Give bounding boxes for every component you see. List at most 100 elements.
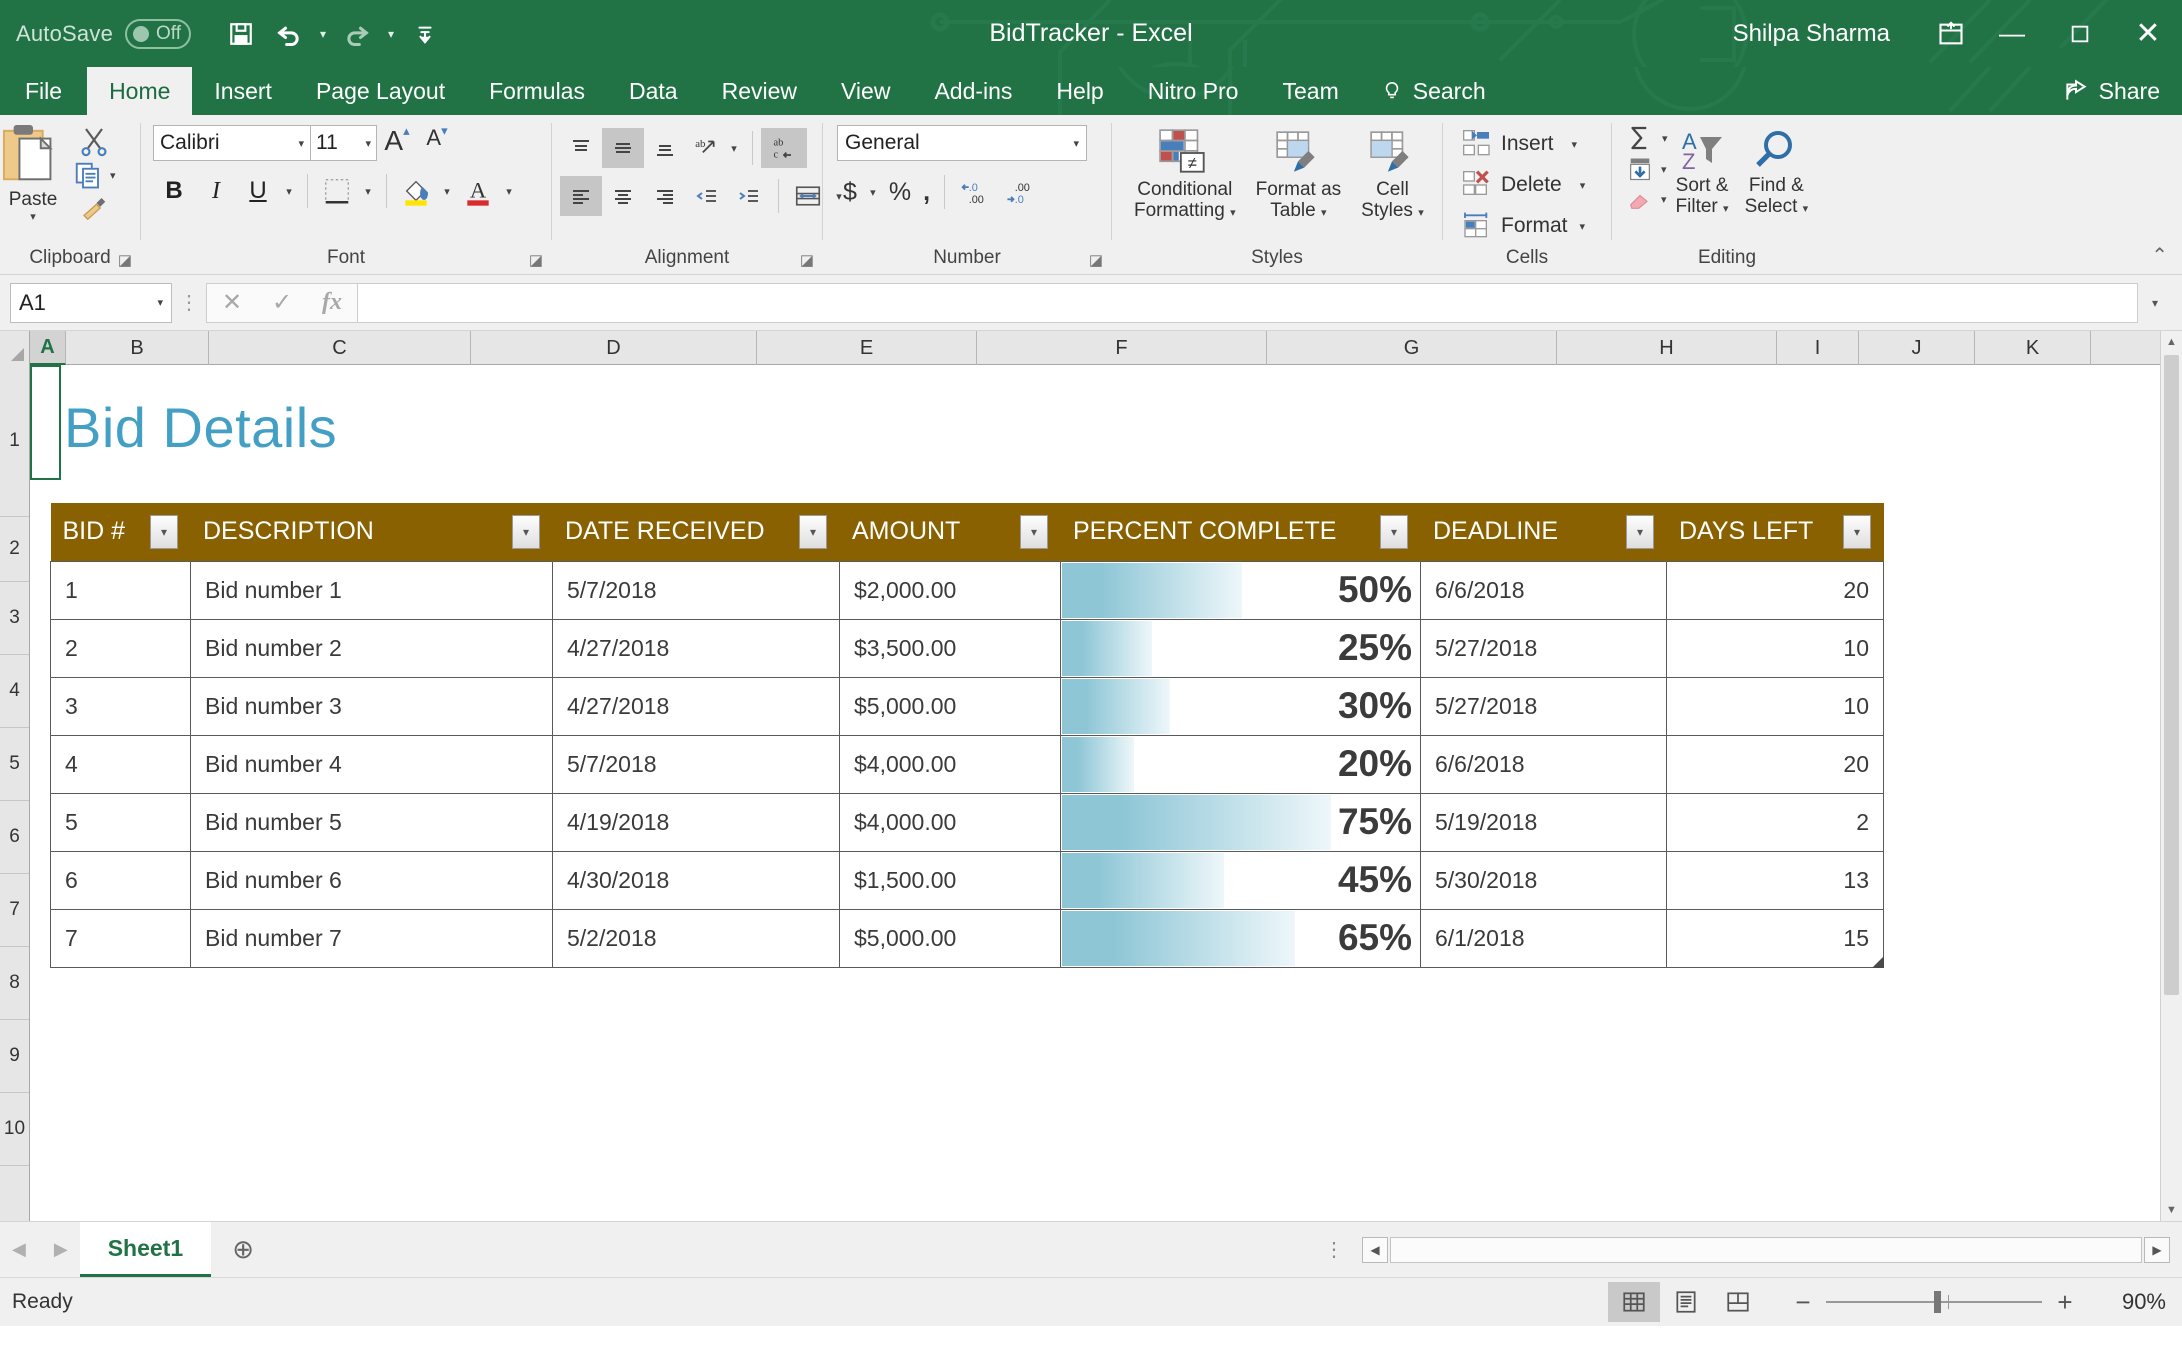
cell-date-received[interactable]: 5/7/2018 [552, 734, 840, 794]
table-row[interactable]: 5 Bid number 5 4/19/2018 $4,000.00 75% 5/19/2… [50, 792, 1884, 852]
ribbon-tab-view[interactable]: View [819, 67, 912, 115]
cell-amount[interactable]: $5,000.00 [839, 676, 1061, 736]
page-layout-view-icon[interactable] [1660, 1282, 1712, 1322]
cell-amount[interactable]: $4,000.00 [839, 734, 1061, 794]
table-row[interactable]: 3 Bid number 3 4/27/2018 $5,000.00 30% 5/27/2… [50, 676, 1884, 736]
table-resize-handle[interactable] [1872, 956, 1884, 968]
cell-date-received[interactable]: 5/2/2018 [552, 908, 840, 968]
filter-dropdown-percent-complete[interactable]: ▾ [1380, 514, 1408, 549]
cell-deadline[interactable]: 5/30/2018 [1420, 850, 1667, 910]
currency-format-button[interactable]: $ [837, 171, 863, 213]
borders-button[interactable] [316, 170, 358, 212]
zoom-slider-thumb[interactable] [1934, 1291, 1941, 1313]
vertical-scroll-thumb[interactable] [2164, 355, 2179, 995]
percent-format-button[interactable]: % [883, 171, 917, 213]
column-header-E[interactable]: E [757, 331, 977, 365]
filter-dropdown-date-received[interactable]: ▾ [799, 514, 827, 549]
orientation-dropdown-caret[interactable]: ▾ [724, 127, 744, 169]
table-header-amount[interactable]: AMOUNT ▾ [839, 503, 1061, 561]
align-top-button[interactable] [560, 128, 602, 168]
next-sheet-icon[interactable]: ▶ [54, 1239, 68, 1260]
row-header-10[interactable]: 10 [0, 1093, 29, 1166]
ribbon-tab-file[interactable]: File [0, 67, 87, 115]
ribbon-tab-review[interactable]: Review [700, 67, 819, 115]
increase-font-size-button[interactable]: A ▴ [377, 123, 417, 161]
user-name[interactable]: Shilpa Sharma [1733, 20, 1890, 48]
table-row[interactable]: 2 Bid number 2 4/27/2018 $3,500.00 25% 5/27/2… [50, 618, 1884, 678]
align-middle-button[interactable] [602, 128, 644, 168]
alignment-dialog-launcher[interactable]: ◪ [800, 251, 814, 269]
cell-days-left[interactable]: 20 [1666, 734, 1884, 794]
ribbon-tab-data[interactable]: Data [607, 67, 700, 115]
column-header-C[interactable]: C [209, 331, 471, 365]
copy-dropdown-caret[interactable]: ▾ [110, 169, 116, 182]
cell-bid-number[interactable]: 6 [50, 850, 191, 910]
decrease-indent-button[interactable] [686, 176, 728, 216]
clear-button[interactable]: ▾ [1624, 185, 1668, 213]
number-dialog-launcher[interactable]: ◪ [1089, 251, 1103, 269]
cell-deadline[interactable]: 6/6/2018 [1420, 734, 1667, 794]
close-button[interactable]: ✕ [2114, 0, 2182, 67]
search-box[interactable]: Search [1361, 67, 1506, 115]
cell-description[interactable]: Bid number 1 [190, 560, 553, 620]
clipboard-dialog-launcher[interactable]: ◪ [118, 251, 132, 269]
decrease-decimal-button[interactable]: .00 .0 [999, 171, 1045, 213]
scroll-right-arrow[interactable]: ▶ [2144, 1236, 2170, 1263]
filter-dropdown-amount[interactable]: ▾ [1020, 514, 1048, 549]
ribbon-tab-add-ins[interactable]: Add-ins [912, 67, 1034, 115]
table-row[interactable]: 1 Bid number 1 5/7/2018 $2,000.00 50% 6/6/201… [50, 560, 1884, 620]
conditional-formatting-button[interactable]: ≠ Conditional Formatting ▾ [1126, 123, 1244, 226]
align-bottom-button[interactable] [644, 128, 686, 168]
cell-styles-button[interactable]: Cell Styles ▾ [1353, 123, 1432, 226]
ribbon-tab-page-layout[interactable]: Page Layout [294, 67, 467, 115]
vertical-scrollbar[interactable]: ▲ ▼ [2160, 331, 2182, 1221]
format-cells-caret[interactable]: ▾ [1580, 220, 1586, 233]
cell-deadline[interactable]: 6/1/2018 [1420, 908, 1667, 968]
fill-color-button[interactable] [395, 170, 437, 212]
zoom-out-button[interactable]: − [1786, 1287, 1820, 1318]
page-break-preview-icon[interactable] [1712, 1282, 1764, 1322]
row-header-1[interactable]: 1 [0, 365, 29, 517]
cell-description[interactable]: Bid number 4 [190, 734, 553, 794]
filter-dropdown-description[interactable]: ▾ [512, 514, 540, 549]
zoom-slider-track[interactable] [1826, 1291, 2042, 1313]
ribbon-tab-formulas[interactable]: Formulas [467, 67, 607, 115]
row-header-9[interactable]: 9 [0, 1020, 29, 1093]
previous-sheet-icon[interactable]: ◀ [12, 1239, 26, 1260]
currency-dropdown-caret[interactable]: ▾ [863, 171, 883, 213]
font-color-button[interactable]: A [457, 170, 499, 212]
ribbon-tab-help[interactable]: Help [1034, 67, 1125, 115]
row-header-8[interactable]: 8 [0, 947, 29, 1020]
format-cells-button[interactable]: Format ▾ [1455, 207, 1591, 245]
sheet-tab-sheet1[interactable]: Sheet1 [79, 1222, 212, 1277]
paste-button[interactable]: Paste ▾ [0, 121, 72, 227]
cell-deadline[interactable]: 6/6/2018 [1420, 560, 1667, 620]
italic-button[interactable]: I [195, 170, 237, 212]
cell-bid-number[interactable]: 7 [50, 908, 191, 968]
number-format-select[interactable]: General ▾ [837, 125, 1087, 161]
enter-check-icon[interactable]: ✓ [257, 284, 307, 322]
cell-bid-number[interactable]: 1 [50, 560, 191, 620]
font-color-dropdown-caret[interactable]: ▾ [499, 170, 519, 212]
ribbon-tab-home[interactable]: Home [87, 67, 193, 115]
undo-icon[interactable] [265, 11, 313, 57]
maximize-button[interactable] [2046, 0, 2114, 67]
cell-amount[interactable]: $4,000.00 [839, 792, 1061, 852]
column-header-G[interactable]: G [1267, 331, 1557, 365]
cell-amount[interactable]: $1,500.00 [839, 850, 1061, 910]
find-and-select-button[interactable]: Find & Select ▾ [1737, 123, 1817, 222]
fill-caret[interactable]: ▾ [1661, 163, 1667, 176]
cell-days-left[interactable]: 15 [1666, 908, 1884, 968]
autosave-toggle[interactable]: Off [125, 18, 192, 49]
redo-dropdown-caret[interactable]: ▾ [381, 11, 401, 57]
sort-and-filter-button[interactable]: A Z Sort & Filter ▾ [1668, 123, 1737, 222]
cell-deadline[interactable]: 5/27/2018 [1420, 618, 1667, 678]
column-header-J[interactable]: J [1859, 331, 1975, 365]
clear-caret[interactable]: ▾ [1661, 193, 1667, 206]
column-header-I[interactable]: I [1777, 331, 1859, 365]
wrap-text-button[interactable]: ab c [761, 128, 807, 168]
undo-dropdown-caret[interactable]: ▾ [313, 11, 333, 57]
cell-date-received[interactable]: 4/19/2018 [552, 792, 840, 852]
cell-description[interactable]: Bid number 3 [190, 676, 553, 736]
table-header-deadline[interactable]: DEADLINE ▾ [1420, 503, 1667, 561]
